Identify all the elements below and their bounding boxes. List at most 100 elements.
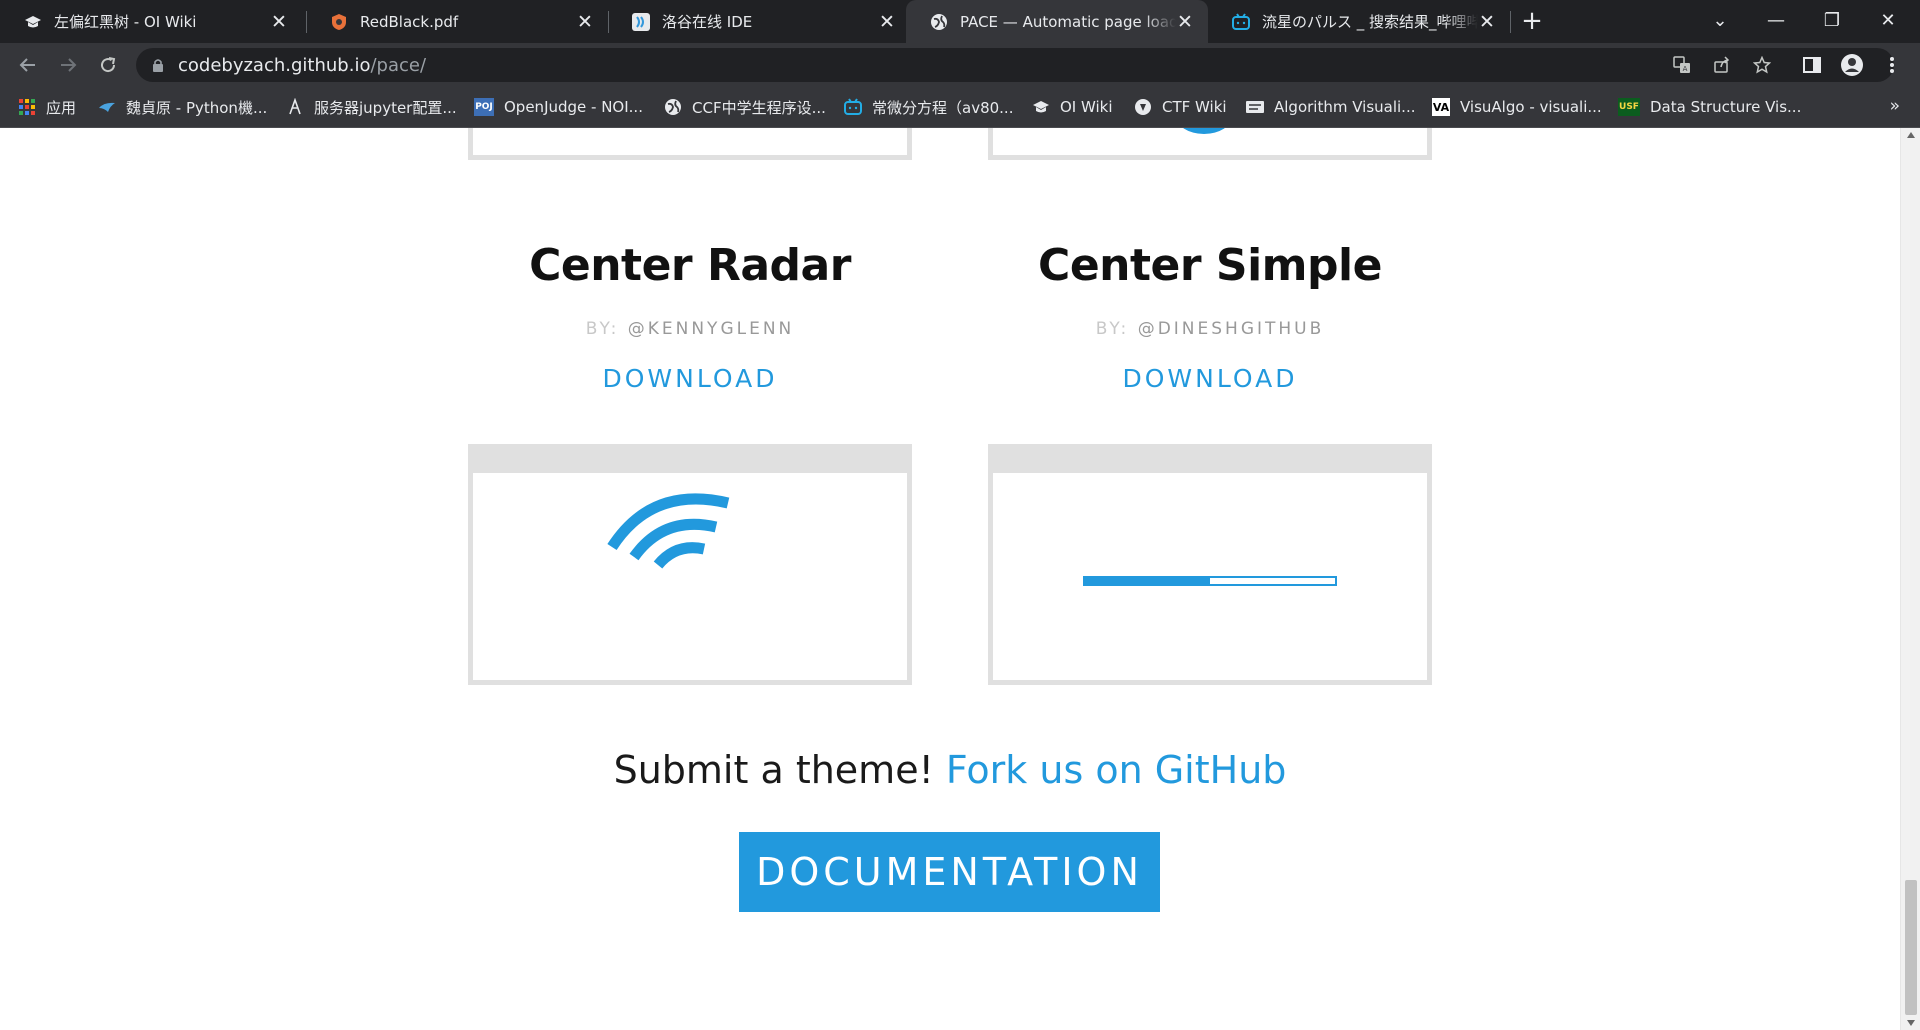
bookmark-label: CTF Wiki bbox=[1162, 98, 1227, 116]
tab-pace[interactable]: PACE — Automatic page load p ✕ bbox=[906, 0, 1208, 43]
bookmark-bilibili-ode[interactable]: 常微分方程（av80... bbox=[844, 96, 1013, 118]
bookmark-label: OpenJudge - NOI... bbox=[504, 98, 643, 116]
translate-icon[interactable]: A bbox=[1666, 49, 1698, 81]
submit-text: Submit a theme! bbox=[613, 748, 946, 792]
lock-icon bbox=[153, 59, 163, 72]
theme-center-radar: Center Radar BY: @KENNYGLENN DOWNLOAD bbox=[468, 238, 912, 394]
new-tab-button[interactable]: + bbox=[1516, 6, 1548, 38]
url-text: codebyzach.github.io/pace/ bbox=[178, 55, 426, 76]
bookmark-ccf[interactable]: CCF中学生程序设... bbox=[664, 96, 826, 118]
bookmarks-bar: 应用 魏貞原 - Python機... 服务器jupyter配置... POJ … bbox=[0, 86, 1920, 128]
scroll-down-icon[interactable] bbox=[1907, 1020, 1915, 1026]
theme-center-simple: Center Simple BY: @DINESHGITHUB DOWNLOAD bbox=[988, 238, 1432, 394]
globe-icon bbox=[664, 98, 682, 116]
side-panel-icon[interactable] bbox=[1796, 49, 1828, 81]
fork-github-link[interactable]: Fork us on GitHub bbox=[946, 748, 1287, 792]
browser-toolbar: codebyzach.github.io/pace/ A bbox=[0, 43, 1920, 86]
scrollbar-thumb[interactable] bbox=[1905, 880, 1917, 1015]
tab-search-dropdown-icon[interactable]: ⌄ bbox=[1692, 0, 1748, 40]
share-icon[interactable] bbox=[1706, 49, 1738, 81]
bookmarks-overflow-icon[interactable]: » bbox=[1890, 96, 1900, 116]
pdf-shield-icon bbox=[330, 13, 348, 31]
bookmark-label: 魏貞原 - Python機... bbox=[126, 98, 268, 117]
documentation-button[interactable]: DOCUMENTATION bbox=[739, 832, 1160, 912]
back-button[interactable] bbox=[12, 49, 44, 81]
tab-title: PACE — Automatic page load p bbox=[960, 12, 1176, 31]
bookmark-label: 服务器jupyter配置... bbox=[314, 98, 457, 117]
bookmark-label: 应用 bbox=[46, 98, 77, 117]
globe-icon bbox=[930, 13, 948, 31]
usf-icon: USF bbox=[1618, 98, 1640, 116]
poj-icon: POJ bbox=[474, 98, 494, 116]
bookmark-python[interactable]: 魏貞原 - Python機... bbox=[98, 96, 267, 118]
bookmark-label: VisuAlgo - visuali... bbox=[1460, 98, 1602, 116]
close-tab-icon[interactable]: ✕ bbox=[270, 12, 288, 31]
bookmark-openjudge[interactable]: POJ OpenJudge - NOI... bbox=[474, 96, 643, 118]
reload-button[interactable] bbox=[92, 49, 124, 81]
ctf-icon bbox=[1134, 98, 1152, 116]
progress-bar-fill bbox=[1085, 578, 1210, 584]
author-prefix: BY: bbox=[585, 319, 620, 339]
theme-author: BY: @DINESHGITHUB bbox=[988, 318, 1432, 340]
bookmark-label: CCF中学生程序设... bbox=[692, 98, 826, 117]
close-tab-icon[interactable]: ✕ bbox=[878, 12, 896, 31]
close-tab-icon[interactable]: ✕ bbox=[1478, 12, 1496, 31]
progress-bar bbox=[1083, 576, 1337, 586]
bookmark-label: 常微分方程（av80... bbox=[872, 98, 1014, 117]
url-host: codebyzach.github.io bbox=[178, 55, 371, 76]
submit-theme-line: Submit a theme! Fork us on GitHub bbox=[0, 746, 1900, 794]
bookmark-algorithm-visualizer[interactable]: Algorithm Visuali... bbox=[1246, 96, 1415, 118]
bookmark-visualgo[interactable]: VA VisuAlgo - visuali... bbox=[1432, 96, 1602, 118]
author-handle[interactable]: @KENNYGLENN bbox=[628, 319, 795, 339]
minimize-button[interactable]: — bbox=[1748, 0, 1804, 40]
visualgo-icon: VA bbox=[1432, 98, 1450, 116]
profile-avatar-icon[interactable] bbox=[1836, 49, 1868, 81]
tab-bilibili[interactable]: 流星のパルス _ 搜索结果_哔哩哔 ✕ bbox=[1208, 0, 1510, 43]
tab-strip: 左偏红黑树 - OI Wiki ✕ RedBlack.pdf ✕ 洛谷在线 ID… bbox=[0, 0, 1920, 43]
bookmark-oi-wiki[interactable]: OI Wiki bbox=[1032, 96, 1113, 118]
close-window-button[interactable]: ✕ bbox=[1860, 0, 1916, 40]
tab-redblack-pdf[interactable]: RedBlack.pdf ✕ bbox=[306, 0, 608, 43]
theme-author: BY: @KENNYGLENN bbox=[468, 318, 912, 340]
forward-button[interactable] bbox=[52, 49, 84, 81]
bilibili-icon bbox=[1232, 12, 1250, 31]
jupyter-icon bbox=[286, 98, 304, 116]
bookmark-label: Algorithm Visuali... bbox=[1274, 98, 1416, 116]
close-tab-icon[interactable]: ✕ bbox=[1176, 12, 1194, 31]
back-arrow-icon bbox=[19, 58, 35, 72]
tab-title: 流星のパルス _ 搜索结果_哔哩哔 bbox=[1262, 13, 1478, 31]
scroll-up-icon[interactable] bbox=[1907, 132, 1915, 138]
tab-oi-wiki[interactable]: 左偏红黑树 - OI Wiki ✕ bbox=[0, 0, 302, 43]
download-link[interactable]: DOWNLOAD bbox=[603, 364, 778, 394]
bilibili-icon bbox=[844, 98, 862, 116]
reload-icon bbox=[101, 57, 116, 73]
page-scrollbar[interactable] bbox=[1900, 128, 1920, 1030]
menu-kebab-icon[interactable] bbox=[1876, 49, 1908, 81]
radar-loader-icon bbox=[607, 493, 730, 569]
theme-preview-radar bbox=[468, 444, 912, 685]
restore-button[interactable]: ❐ bbox=[1804, 0, 1860, 40]
bookmark-usf-ds[interactable]: USF Data Structure Vis... bbox=[1618, 96, 1801, 118]
apps-grid-icon bbox=[18, 98, 36, 116]
close-tab-icon[interactable]: ✕ bbox=[576, 12, 594, 31]
algo-icon bbox=[1246, 98, 1264, 116]
download-link[interactable]: DOWNLOAD bbox=[1123, 364, 1298, 394]
oi-wiki-icon bbox=[24, 13, 42, 31]
theme-preview-simple bbox=[988, 444, 1432, 685]
bookmark-apps[interactable]: 应用 bbox=[18, 96, 76, 118]
tab-title: 左偏红黑树 - OI Wiki bbox=[54, 13, 197, 31]
author-handle[interactable]: @DINESHGITHUB bbox=[1138, 319, 1325, 339]
luogu-icon bbox=[632, 12, 650, 31]
bookmark-star-icon[interactable] bbox=[1746, 49, 1778, 81]
preview-browser-bar bbox=[993, 449, 1427, 473]
theme-title: Center Simple bbox=[1038, 240, 1382, 291]
address-bar[interactable]: codebyzach.github.io/pace/ bbox=[136, 48, 1894, 82]
theme-title: Center Radar bbox=[529, 240, 851, 291]
url-path: /pace/ bbox=[370, 55, 427, 76]
tab-luogu-ide[interactable]: 洛谷在线 IDE ✕ bbox=[608, 0, 910, 43]
oi-wiki-icon bbox=[1032, 98, 1050, 116]
bookmark-jupyter[interactable]: 服务器jupyter配置... bbox=[286, 96, 457, 118]
tab-separator bbox=[1510, 11, 1511, 33]
preview-browser-bar bbox=[473, 449, 907, 473]
bookmark-ctf-wiki[interactable]: CTF Wiki bbox=[1134, 96, 1227, 118]
